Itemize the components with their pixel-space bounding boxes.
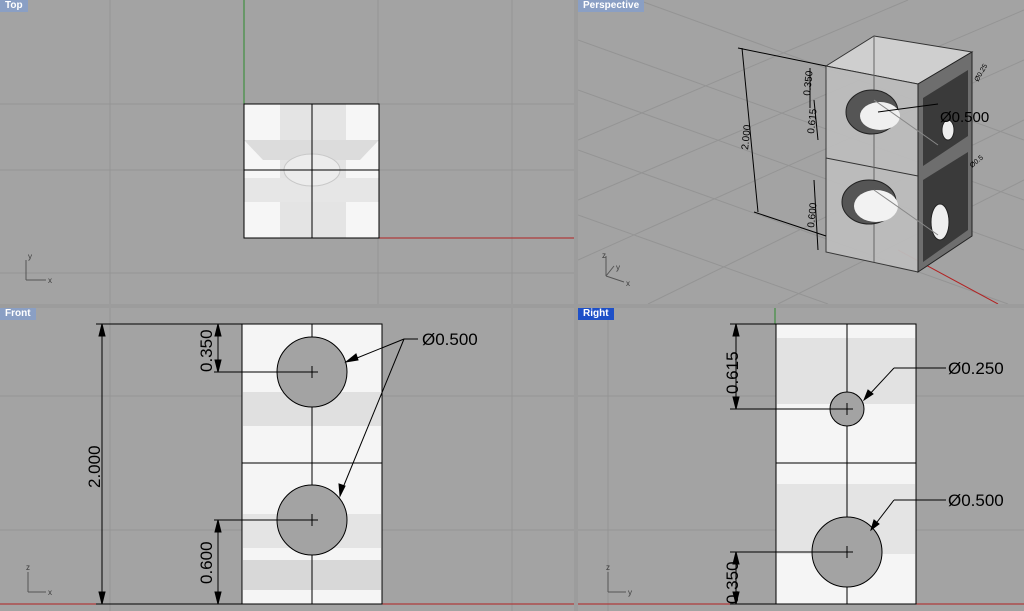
viewport-front[interactable]: Front 2.000 0.350 0.600 Ø0.500 x z [0, 308, 574, 611]
persp-dim-top-offset: 0.350 [802, 70, 816, 96]
persp-dim-hole-offset: 0.615 [806, 108, 820, 134]
viewport-title-top[interactable]: Top [0, 0, 28, 12]
axis-triad-front: x z [26, 563, 52, 597]
part-right-view [775, 323, 917, 605]
part-front-view [241, 323, 383, 605]
right-dim-top-offset: 0.615 [723, 351, 742, 394]
axis-label-x: x [48, 276, 52, 285]
axis-triad-top: x y [25, 252, 52, 285]
axis-label-z: z [26, 563, 30, 572]
persp-dim-bottom-offset: 0.600 [806, 202, 820, 228]
axis-label-y: y [616, 263, 620, 272]
viewport-right[interactable]: Right 0.615 0.350 Ø0.250 Ø0.500 y z [578, 308, 1024, 611]
axis-label-x: x [626, 279, 630, 288]
persp-dim-small1: Ø0.25 [974, 63, 990, 83]
persp-dim-hole-dia: Ø0.500 [940, 109, 989, 126]
viewport-perspective[interactable]: Perspective 2.000 0.350 0.615 Ø0.500 0.6… [578, 0, 1024, 304]
part-perspective [824, 35, 974, 273]
right-dim-bottom-offset: 0.350 [723, 561, 742, 604]
axis-label-z: z [606, 563, 610, 572]
front-dim-height: 2.000 [85, 445, 104, 488]
viewport-title-right[interactable]: Right [578, 308, 614, 320]
right-dim-small-dia: Ø0.250 [948, 359, 1004, 378]
right-dim-large-dia: Ø0.500 [948, 491, 1004, 510]
axis-label-x: x [48, 588, 52, 597]
front-dim-hole-dia: Ø0.500 [422, 330, 478, 349]
axis-triad-right: y z [606, 563, 632, 597]
part-top-view [243, 103, 380, 239]
axis-triad-perspective: x y z [602, 251, 630, 288]
viewport-title-front[interactable]: Front [0, 308, 36, 320]
front-dim-bottom-offset: 0.600 [197, 541, 216, 584]
front-dim-top-offset: 0.350 [197, 329, 216, 372]
axis-label-y: y [28, 252, 32, 261]
axis-label-y: y [628, 588, 632, 597]
viewport-title-perspective[interactable]: Perspective [578, 0, 645, 12]
viewport-top[interactable]: Top x y [0, 0, 574, 304]
axis-label-z: z [602, 251, 606, 260]
